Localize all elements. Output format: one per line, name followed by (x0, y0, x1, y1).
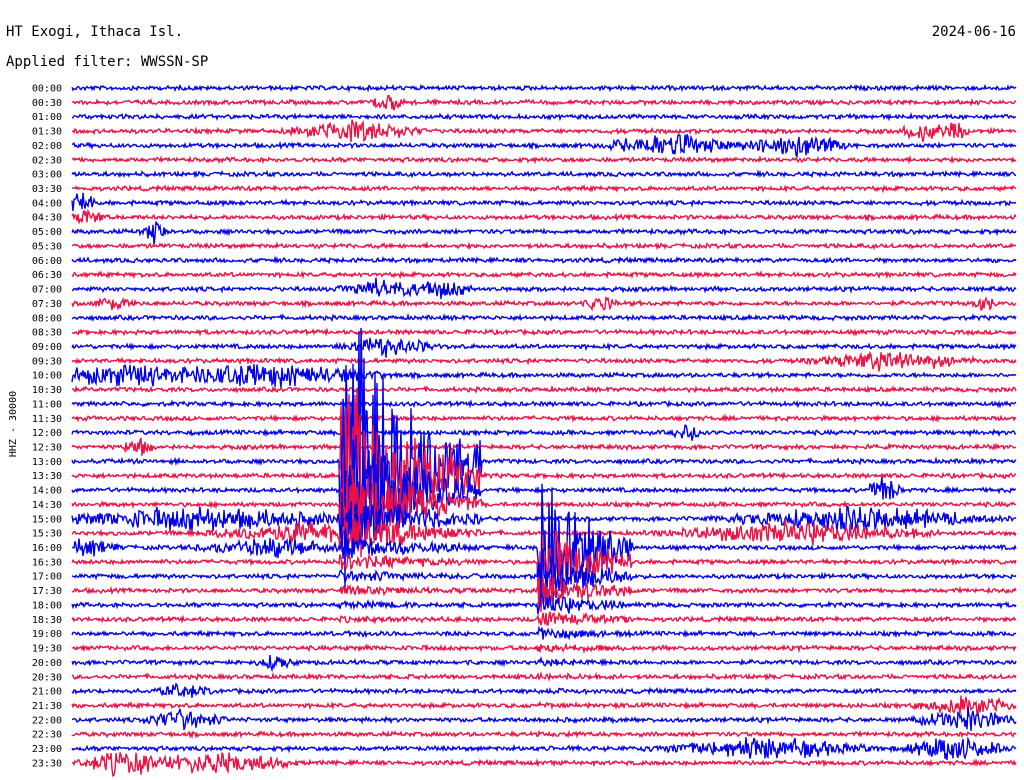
time-tick-labels: 00:00 00:30 01:00 01:30 02:00 02:30 03:00 03:30… (32, 84, 62, 770)
row-time-label: 13:30 (32, 471, 62, 482)
row-time-label: 03:30 (32, 184, 62, 195)
row-time-label: 10:00 (32, 371, 62, 382)
row-time-label: 10:30 (32, 385, 62, 396)
row-time-label: 15:30 (32, 529, 62, 540)
trace-row-1830 (71, 611, 1017, 626)
row-time-label: 04:00 (32, 198, 62, 209)
trace-row-2000 (71, 654, 1017, 673)
trace-row-0830 (71, 327, 1017, 337)
trace-row-0530 (71, 240, 1017, 251)
trace-row-0500 (71, 221, 1017, 245)
row-time-label: 00:30 (32, 98, 62, 109)
row-time-label: 19:00 (32, 629, 62, 640)
row-time-label: 23:30 (32, 758, 62, 769)
helicorder-plot: HT Exogi, Ithaca Isl. 2024-06-16 Applied… (6, 24, 1017, 778)
station-title: HT Exogi, Ithaca Isl. (6, 24, 183, 40)
row-time-label: 22:00 (32, 715, 62, 726)
filter-label: Applied filter: WWSSN-SP (6, 54, 208, 70)
trace-row-2330 (71, 751, 1017, 778)
row-time-label: 00:00 (32, 84, 62, 95)
trace-row-0200 (71, 134, 1017, 159)
trace-row-2230 (71, 729, 1017, 740)
row-time-label: 14:00 (32, 486, 62, 497)
row-time-label: 20:00 (32, 658, 62, 669)
trace-row-1000 (71, 363, 1017, 389)
row-time-label: 03:00 (32, 170, 62, 181)
trace-row-2030 (71, 671, 1017, 683)
trace-row-1200 (71, 424, 1016, 441)
trace-row-1930 (71, 642, 1017, 655)
row-time-label: 16:00 (32, 543, 62, 554)
row-time-label: 06:30 (32, 270, 62, 281)
trace-row-2200 (71, 707, 1017, 732)
trace-row-0730 (71, 296, 1017, 312)
row-time-label: 22:30 (32, 730, 62, 741)
row-time-label: 14:30 (32, 500, 62, 511)
trace-row-2130 (71, 695, 1017, 716)
row-time-label: 02:00 (32, 141, 62, 152)
trace-row-1900 (71, 625, 1017, 641)
row-time-label: 08:30 (32, 328, 62, 339)
trace-row-0930 (71, 350, 1017, 372)
trace-row-0330 (72, 183, 1017, 194)
row-time-label: 15:00 (32, 514, 62, 525)
row-time-label: 09:00 (32, 342, 62, 353)
trace-row-2100 (71, 682, 1017, 698)
trace-row-0700 (71, 277, 1017, 300)
trace-row-1030 (71, 384, 1017, 394)
trace-row-0600 (71, 255, 1017, 265)
trace-row-0230 (71, 154, 1017, 165)
row-time-label: 02:30 (32, 155, 62, 166)
trace-row-1100 (71, 399, 1017, 409)
trace-row-0400 (71, 192, 1017, 212)
row-time-label: 12:30 (32, 443, 62, 454)
row-time-label: 05:00 (32, 227, 62, 238)
trace-row-0430 (71, 208, 1017, 224)
trace-row-2300 (71, 736, 1017, 761)
trace-row-0800 (71, 312, 1017, 322)
row-time-label: 07:30 (32, 299, 62, 310)
trace-row-0100 (71, 111, 1017, 122)
row-time-label: 21:30 (32, 701, 62, 712)
row-time-label: 23:00 (32, 744, 62, 755)
trace-row-0300 (71, 169, 1017, 179)
row-time-label: 18:30 (32, 615, 62, 626)
row-time-label: 01:00 (32, 112, 62, 123)
trace-row-0630 (71, 270, 1017, 280)
row-time-label: 18:00 (32, 600, 62, 611)
row-time-label: 11:00 (32, 399, 62, 410)
row-time-label: 12:00 (32, 428, 62, 439)
row-time-label: 07:00 (32, 285, 62, 296)
y-axis-label: HHZ - 30000 (8, 391, 19, 457)
trace-row-0000 (71, 83, 1017, 93)
trace-row-1230 (71, 437, 1016, 456)
plot-date: 2024-06-16 (932, 24, 1016, 40)
row-time-label: 16:30 (32, 557, 62, 568)
row-time-label: 04:30 (32, 213, 62, 224)
trace-row-0030 (71, 94, 1017, 111)
trace-row-0900 (71, 337, 1017, 358)
row-time-label: 09:30 (32, 356, 62, 367)
row-time-label: 17:30 (32, 586, 62, 597)
row-time-label: 11:30 (32, 414, 62, 425)
row-time-label: 05:30 (32, 241, 62, 252)
row-time-label: 08:00 (32, 313, 62, 324)
row-time-label: 01:30 (32, 127, 62, 138)
trace-row-0130 (71, 119, 1017, 143)
row-time-label: 21:00 (32, 687, 62, 698)
row-time-label: 19:30 (32, 644, 62, 655)
seismic-traces (71, 83, 1017, 778)
row-time-label: 06:00 (32, 256, 62, 267)
row-time-label: 13:00 (32, 457, 62, 468)
row-time-label: 20:30 (32, 672, 62, 683)
trace-row-1130 (71, 413, 1017, 423)
row-time-label: 17:00 (32, 572, 62, 583)
